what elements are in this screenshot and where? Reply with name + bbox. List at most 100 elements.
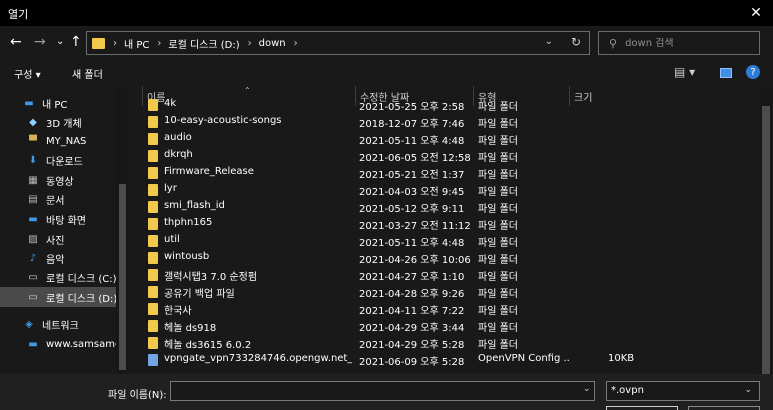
file-row[interactable]: lyr 2021-04-03 오전 9:45 파일 폴더 bbox=[128, 181, 758, 198]
file-type: 파일 폴더 bbox=[478, 119, 518, 130]
network-icon: ◈ bbox=[25, 318, 33, 330]
config-file-icon bbox=[148, 354, 158, 366]
breadcrumb-segment: › down bbox=[248, 38, 286, 49]
sidebar-item[interactable]: ▬ 바탕 화면 bbox=[0, 209, 116, 229]
file-row[interactable]: 한국사 2021-04-11 오후 7:22 파일 폴더 bbox=[128, 300, 758, 317]
sidebar-item-label: 사진 bbox=[46, 235, 65, 247]
drive-c-icon: ▭ bbox=[28, 271, 38, 283]
organize-button[interactable]: 구성 ▾ bbox=[14, 66, 41, 81]
file-type: 파일 폴더 bbox=[478, 306, 518, 317]
recent-locations-button[interactable]: ⌄ bbox=[56, 36, 64, 47]
up-button[interactable]: ↑ bbox=[70, 34, 82, 50]
scrollbar-thumb[interactable] bbox=[762, 106, 770, 374]
address-bar[interactable]: › 내 PC › 로컬 디스크 (D:) › down › ⌄ ↻ bbox=[86, 31, 590, 55]
file-date: 2021-05-12 오후 9:11 bbox=[359, 204, 465, 215]
search-input[interactable] bbox=[625, 37, 746, 49]
refresh-button[interactable]: ↻ bbox=[571, 35, 581, 49]
sidebar-item[interactable]: ▬ www.samsamen bbox=[0, 334, 116, 354]
file-row[interactable]: 10-easy-acoustic-songs 2018-12-07 오후 7:46… bbox=[128, 113, 758, 130]
file-row[interactable]: util 2021-05-11 오후 4:48 파일 폴더 bbox=[128, 232, 758, 249]
sidebar-item[interactable]: ♪ 음악 bbox=[0, 248, 116, 268]
folder-icon bbox=[148, 337, 158, 349]
breadcrumb-segment: › 로컬 디스크 (D:) bbox=[157, 36, 239, 51]
breadcrumb: › 내 PC bbox=[113, 36, 149, 51]
music-icon: ♪ bbox=[29, 252, 37, 264]
pictures-icon: ▨ bbox=[28, 233, 38, 245]
breadcrumb-separator[interactable]: › bbox=[294, 38, 298, 49]
file-type: 파일 폴더 bbox=[478, 272, 518, 283]
file-row[interactable]: audio 2021-05-11 오후 4:48 파일 폴더 bbox=[128, 130, 758, 147]
file-type-value: *.ovpn bbox=[611, 385, 644, 396]
file-row[interactable]: 공유기 백업 파일 2021-04-28 오후 9:26 파일 폴더 bbox=[128, 283, 758, 300]
breadcrumb-item-down[interactable]: down bbox=[259, 38, 286, 49]
file-row[interactable]: wintousb 2021-04-26 오후 10:06 파일 폴더 bbox=[128, 249, 758, 266]
file-row[interactable]: smi_flash_id 2021-05-12 오후 9:11 파일 폴더 bbox=[128, 198, 758, 215]
file-row[interactable]: 갤럭시탭3 7.0 순정펌 2021-04-27 오후 1:10 파일 폴더 bbox=[128, 266, 758, 283]
nas-icon: ▀ bbox=[29, 135, 37, 147]
address-dropdown-button[interactable]: ⌄ bbox=[545, 36, 553, 47]
sidebar-item[interactable]: ◆ 3D 개체 bbox=[0, 112, 116, 132]
drive-d-icon: ▭ bbox=[28, 291, 38, 303]
file-date: 2021-04-29 오후 3:44 bbox=[359, 323, 465, 334]
file-row[interactable]: vpngate_vpn733284746.opengw.net_ud... 202… bbox=[128, 351, 758, 368]
search-box[interactable]: ⚲ bbox=[598, 31, 760, 55]
breadcrumb-segment: › bbox=[294, 38, 305, 49]
sidebar-item-label: 음악 bbox=[46, 254, 65, 266]
sidebar-item[interactable]: ▤ 문서 bbox=[0, 189, 116, 209]
close-button[interactable]: ✕ bbox=[739, 0, 773, 26]
scrollbar-thumb[interactable] bbox=[119, 184, 126, 370]
file-date: 2021-05-25 오후 2:58 bbox=[359, 102, 465, 113]
breadcrumb-separator: › bbox=[247, 37, 252, 49]
folder-icon bbox=[148, 269, 158, 281]
folder-icon bbox=[148, 235, 158, 247]
file-name-label: 파일 이름(N): bbox=[108, 390, 167, 401]
folder-icon bbox=[148, 184, 158, 196]
file-row[interactable]: Firmware_Release 2021-05-21 오전 1:37 파일 폴더 bbox=[128, 164, 758, 181]
back-button[interactable]: ← bbox=[10, 34, 22, 50]
sidebar-item[interactable]: ▭ 로컬 디스크 (D:) bbox=[0, 287, 116, 307]
sidebar-item[interactable]: ⬇ 다운로드 bbox=[0, 150, 116, 170]
sidebar-item[interactable]: ◈ 네트워크 bbox=[0, 314, 116, 334]
file-name-dropdown-button[interactable]: ⌄ bbox=[583, 384, 591, 394]
sidebar-item[interactable]: ▨ 사진 bbox=[0, 229, 116, 249]
folder-icon bbox=[148, 116, 158, 128]
help-button[interactable]: ? bbox=[746, 65, 760, 79]
file-type-select[interactable]: *.ovpn ⌄ bbox=[606, 381, 760, 401]
sidebar-item-label: 네트워크 bbox=[42, 320, 79, 332]
file-name: util bbox=[164, 234, 180, 245]
file-row[interactable]: thphn165 2021-03-27 오전 11:12 파일 폴더 bbox=[128, 215, 758, 232]
file-type: 파일 폴더 bbox=[478, 238, 518, 249]
file-name: 갤럭시탭3 7.0 순정펌 bbox=[164, 272, 258, 283]
folder-icon bbox=[148, 99, 158, 111]
folder-icon bbox=[148, 133, 158, 145]
sidebar-item[interactable]: ▭ 로컬 디스크 (C:) bbox=[0, 267, 116, 287]
file-list: ⌃ 이름 수정한 날짜 유형 크기 4k2021-05-25 오후 2:58파일… bbox=[128, 86, 773, 374]
sidebar-item[interactable]: ▬ 내 PC bbox=[0, 93, 116, 113]
open-button[interactable] bbox=[606, 406, 678, 410]
file-row[interactable]: dkrqh 2021-06-05 오전 12:58 파일 폴더 bbox=[128, 147, 758, 164]
file-row[interactable]: 헤놀 ds918 2021-04-29 오후 3:44 파일 폴더 bbox=[128, 317, 758, 334]
sidebar-item[interactable]: ▀ MY_NAS bbox=[0, 131, 116, 151]
forward-button[interactable]: → bbox=[34, 34, 46, 50]
navigation-pane: ▬ 내 PC ◆ 3D 개체 ▀ MY_NAS ⬇ 다운로드 ▦ 동영상 ▤ 문서 ▬ 바탕 화면 ▨ 사진 ♪… bbox=[0, 86, 128, 374]
file-name: 공유기 백업 파일 bbox=[164, 289, 235, 300]
file-row[interactable]: 헤놀 ds3615 6.0.2 2021-04-29 오후 5:28 파일 폴더 bbox=[128, 334, 758, 351]
document-icon: ▤ bbox=[28, 193, 38, 205]
cancel-button[interactable] bbox=[688, 406, 760, 410]
preview-pane-button[interactable] bbox=[720, 68, 732, 78]
view-options-button[interactable]: ▤ ▾ bbox=[674, 65, 695, 79]
desktop-icon: ▬ bbox=[28, 213, 38, 225]
file-name-input[interactable] bbox=[170, 381, 595, 401]
file-list-scrollbar[interactable] bbox=[759, 86, 773, 374]
folder-icon bbox=[148, 167, 158, 179]
new-folder-button[interactable]: 새 폴더 bbox=[72, 66, 103, 81]
file-row[interactable]: 4k 2021-05-25 오후 2:58 파일 폴더 bbox=[128, 96, 758, 113]
file-date: 2021-04-27 오후 1:10 bbox=[359, 272, 465, 283]
sidebar-item-label: MY_NAS bbox=[46, 135, 87, 147]
navigation-pane-scrollbar[interactable] bbox=[116, 86, 128, 374]
breadcrumb-item-this-pc[interactable]: 내 PC bbox=[124, 36, 149, 51]
sidebar-item[interactable]: ▦ 동영상 bbox=[0, 170, 116, 190]
3d-objects-icon: ◆ bbox=[29, 116, 37, 128]
sidebar-item-label: 동영상 bbox=[46, 176, 74, 188]
breadcrumb-item-drive-d[interactable]: 로컬 디스크 (D:) bbox=[168, 36, 239, 51]
